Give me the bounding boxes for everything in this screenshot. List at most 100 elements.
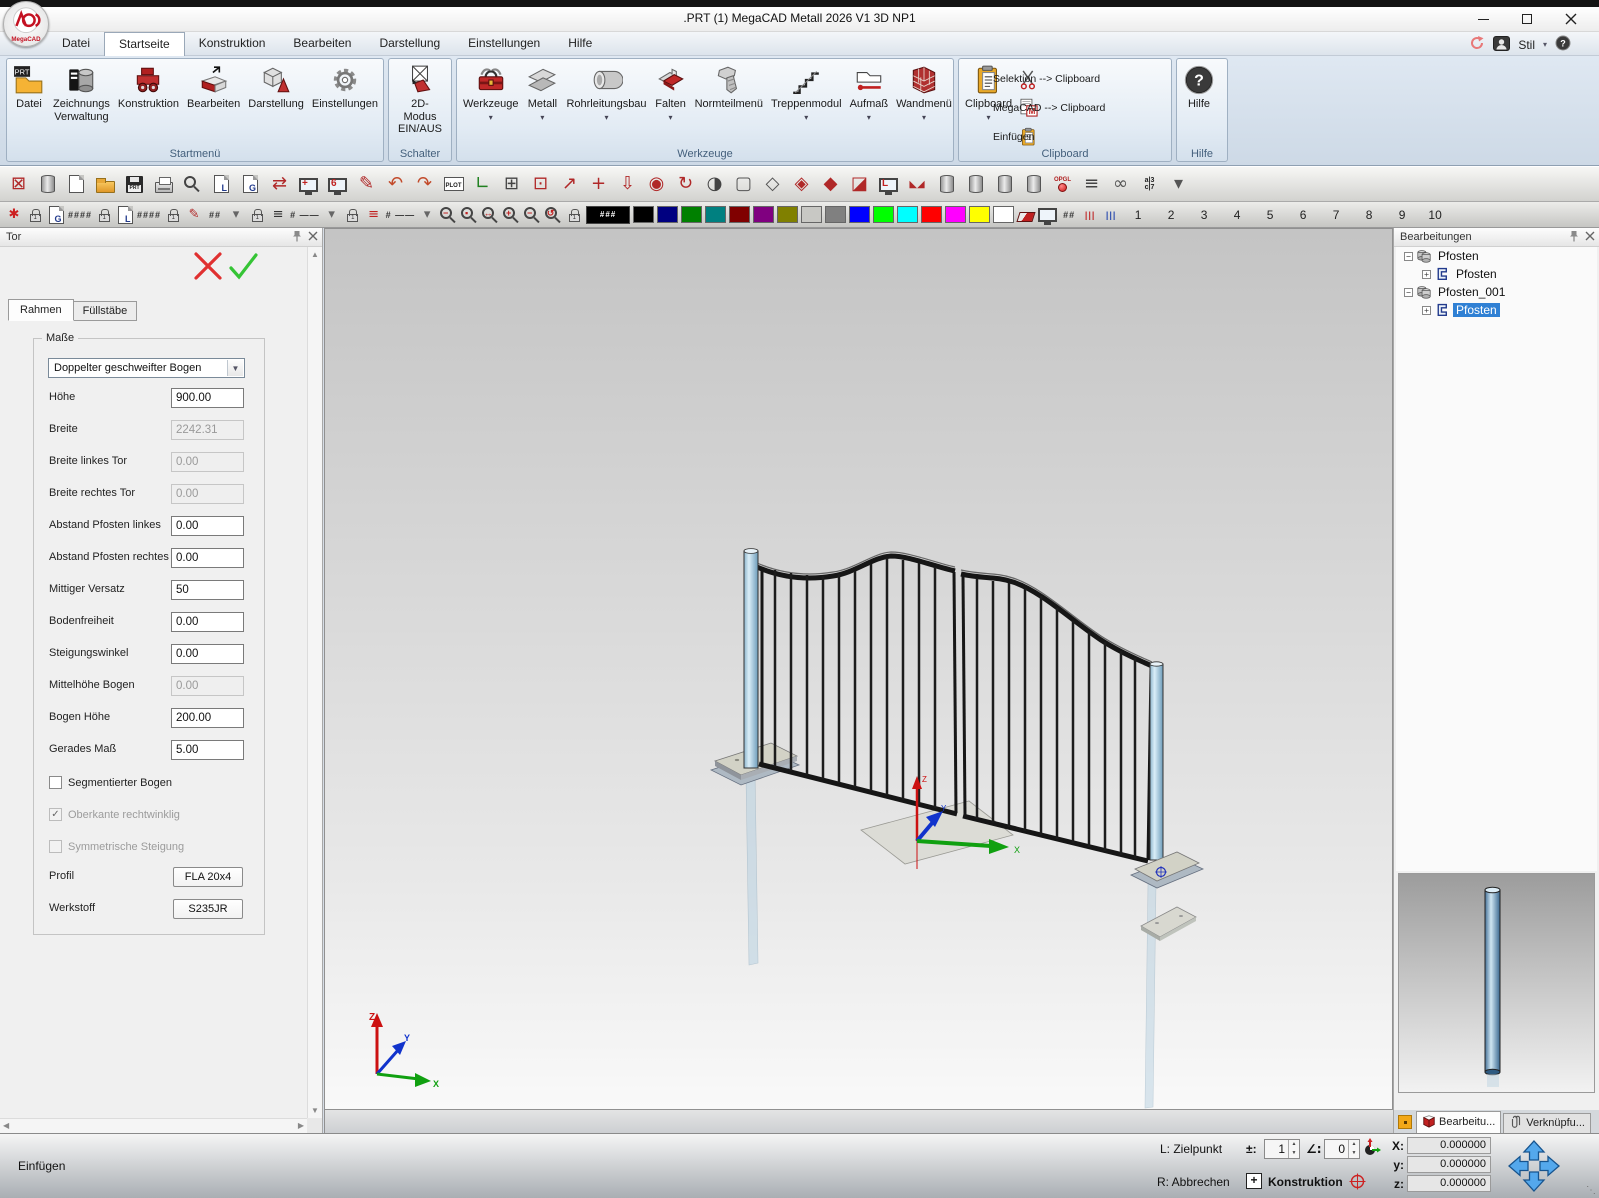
color-bar-edit[interactable]: ||| (1102, 205, 1120, 225)
ribbon-button-aufmaß[interactable]: Aufmaß▾ (846, 62, 893, 123)
cylinder-solid[interactable] (991, 171, 1018, 198)
lineweight[interactable]: ≡ (269, 205, 287, 225)
drawing-database[interactable] (34, 171, 61, 198)
layer-doc[interactable] (116, 205, 134, 225)
style-dropdown-arrow[interactable]: ▾ (1543, 40, 1547, 49)
zoom-window[interactable] (460, 205, 478, 225)
opengl-render[interactable]: OPGL (1049, 171, 1076, 198)
orbit-view[interactable]: ◑ (701, 171, 728, 198)
open-document[interactable] (92, 171, 119, 198)
minimize-button[interactable] (1461, 7, 1505, 31)
spinner-down-icon[interactable]: ▼ (1289, 1149, 1299, 1158)
group-count[interactable]: #### (68, 205, 92, 225)
ribbon-button-falten[interactable]: Falten▾ (651, 62, 691, 123)
spinner-up-icon[interactable]: ▲ (1289, 1140, 1299, 1149)
material-library[interactable]: ◣◢ (904, 171, 931, 198)
cylinder-hidden[interactable] (1020, 171, 1047, 198)
view-number-3[interactable]: 3 (1189, 208, 1219, 222)
field-input-mittiger-versatz[interactable] (171, 580, 244, 600)
view-number-1[interactable]: 1 (1123, 208, 1153, 222)
view-number-2[interactable]: 2 (1156, 208, 1186, 222)
color-swatch-3[interactable] (705, 206, 726, 223)
view-number-5[interactable]: 5 (1255, 208, 1285, 222)
viewport-window[interactable] (875, 171, 902, 198)
swap-drawings[interactable]: ⇄ (266, 171, 293, 198)
coord-y-value[interactable]: 0.000000 (1407, 1156, 1491, 1173)
cylinder-grid[interactable] (933, 171, 960, 198)
tree-item-pfosten-3[interactable]: +Pfosten (1396, 301, 1597, 319)
ribbon-button-zeichnungs[interactable]: Zeichnungs Verwaltung (49, 62, 114, 124)
redraw[interactable]: ✱ (5, 205, 23, 225)
new-document[interactable] (63, 171, 90, 198)
project-to-plane[interactable]: ⇩ (614, 171, 641, 198)
color-swatch-5[interactable] (753, 206, 774, 223)
snap-spinner[interactable]: 1 ▲▼ (1264, 1139, 1300, 1159)
tree-item-pfosten-1[interactable]: +Pfosten (1396, 265, 1597, 283)
delete-freehand[interactable]: ✎ (353, 171, 380, 198)
pan-arrows-pad[interactable] (1506, 1140, 1562, 1195)
target-icon[interactable] (1349, 1173, 1366, 1193)
pin-icon[interactable] (1569, 230, 1579, 242)
menu-tab-bearbeiten[interactable]: Bearbeiten (279, 32, 365, 56)
zoom-previous[interactable] (544, 205, 562, 225)
color-count[interactable]: ## (1060, 205, 1078, 225)
resize-grip[interactable]: ⋱ (1586, 1185, 1596, 1196)
lock-colors[interactable] (565, 205, 583, 225)
menu-tab-konstruktion[interactable]: Konstruktion (185, 32, 280, 56)
tree-expander-icon[interactable]: + (1422, 306, 1431, 315)
ribbon-button-hilfe[interactable]: ?Hilfe (1179, 62, 1219, 112)
menu-tab-datei[interactable]: Datei (48, 32, 104, 56)
ribbon-button-konstruktion[interactable]: Konstruktion (114, 62, 183, 112)
lineweight-style[interactable]: # —— (290, 205, 320, 225)
layer-count[interactable]: #### (137, 205, 161, 225)
view-shaded[interactable]: ◆ (817, 171, 844, 198)
ribbon-button-bearbeiten[interactable]: Bearbeiten (183, 62, 244, 112)
scroll-right-icon[interactable]: ▶ (298, 1121, 304, 1130)
relative-axis-icon[interactable] (1362, 1138, 1381, 1160)
view-new[interactable]: ⊞ (498, 171, 525, 198)
refresh-icon[interactable] (1469, 35, 1485, 54)
field-input-bogen-höhe[interactable] (171, 708, 244, 728)
linetype-style[interactable]: # —— (386, 205, 416, 225)
ribbon-button-einfügen[interactable]: Einfügen (1016, 122, 1042, 151)
field-input-abstand-pfosten-linkes[interactable] (171, 516, 244, 536)
checkbox-segmentierter-bogen[interactable] (49, 776, 62, 789)
undo[interactable]: ↶ (382, 171, 409, 198)
text-scale[interactable]: a|3 c|7 (1136, 171, 1163, 198)
angle-spinner[interactable]: 0 ▲▼ (1324, 1139, 1360, 1159)
zoom-in[interactable] (502, 205, 520, 225)
profil-button[interactable]: FLA 20x4 (173, 867, 243, 887)
view-number-4[interactable]: 4 (1222, 208, 1252, 222)
panel-options-button[interactable] (1398, 1115, 1412, 1129)
view-number-7[interactable]: 7 (1321, 208, 1351, 222)
color-swatch-2[interactable] (681, 206, 702, 223)
color-swatch-12[interactable] (921, 206, 942, 223)
panel-tab-bearbeitu-[interactable]: Bearbeitu... (1416, 1111, 1501, 1133)
ribbon-button-clipboard[interactable]: Clipboard▾ (961, 62, 1016, 123)
move-elements[interactable]: + (585, 171, 612, 198)
save-document[interactable] (121, 171, 148, 198)
redo[interactable]: ↷ (411, 171, 438, 198)
ribbon-button-megacad-clipboard[interactable]: MMegaCAD --> Clipboard (1016, 93, 1042, 122)
spinner-down-icon[interactable]: ▼ (1349, 1149, 1359, 1158)
zoom-extents[interactable] (481, 205, 499, 225)
ribbon-button-wandmenü[interactable]: Wandmenü▾ (892, 62, 956, 123)
tree-expander-icon[interactable]: − (1404, 252, 1413, 261)
help-icon[interactable]: ? (1555, 35, 1571, 54)
tab-füllstäbe[interactable]: Füllstäbe (73, 301, 138, 321)
pen-style[interactable]: ✎ (185, 205, 203, 225)
panel-close-icon[interactable] (308, 231, 318, 241)
field-input-höhe[interactable] (171, 388, 244, 408)
ribbon-button-darstellung[interactable]: Darstellung (244, 62, 308, 112)
werkstoff-button[interactable]: S235JR (173, 899, 243, 919)
tree-item-pfosten-0[interactable]: −Pfosten (1396, 247, 1597, 265)
current-color-swatch[interactable]: ### (586, 206, 630, 224)
scroll-down-icon[interactable]: ▼ (308, 1106, 322, 1115)
ribbon-button-2d-modus[interactable]: 2D-Modus EIN/AUS (391, 62, 449, 137)
pen-width-arrow[interactable]: ▾ (227, 205, 245, 225)
plot[interactable]: PLOT (440, 171, 467, 198)
group-doc[interactable] (47, 205, 65, 225)
spinner-up-icon[interactable]: ▲ (1349, 1140, 1359, 1149)
tab-rahmen[interactable]: Rahmen (8, 299, 74, 321)
field-input-abstand-pfosten-rechtes[interactable] (171, 548, 244, 568)
